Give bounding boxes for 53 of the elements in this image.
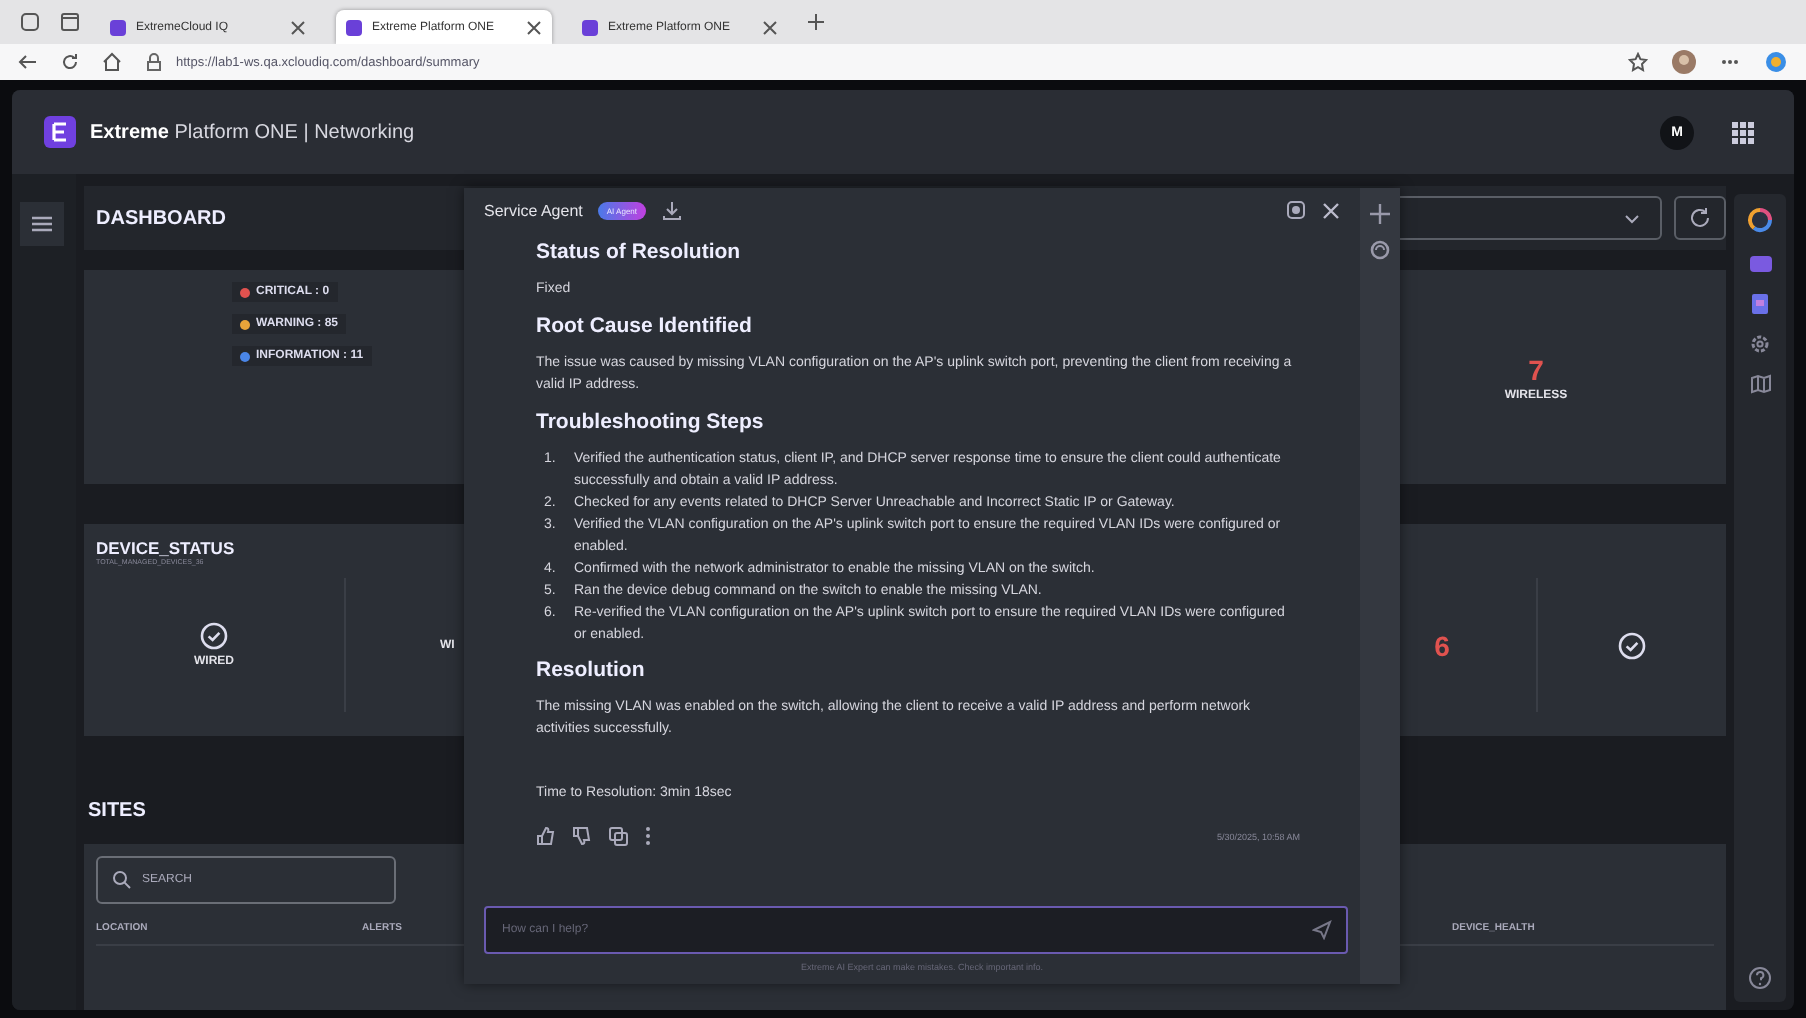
close-icon[interactable] [1322,201,1340,219]
device-count: 6 [1434,629,1450,661]
document-icon[interactable] [1750,294,1770,314]
menu-icon [32,216,52,232]
refresh-icon [1688,206,1712,230]
thumbs-up-icon[interactable] [536,826,556,846]
device-count: 7 [1528,353,1544,385]
chevron-down-icon [1624,213,1640,223]
add-icon[interactable] [1370,204,1390,224]
apps-grid-icon[interactable] [1732,121,1754,143]
close-icon[interactable] [290,19,306,35]
refresh-button[interactable] [1674,196,1726,240]
page-title: DASHBOARD [96,207,226,229]
favicon-icon [582,19,598,35]
section-heading: Resolution [536,658,647,682]
app-title: Extreme Platform ONE | Networking [90,121,415,143]
card-title: DEVICE_STATUS [96,538,235,558]
favicon-icon [346,19,362,35]
refresh-icon[interactable] [60,52,80,72]
panel-title: Service Agent [484,201,583,219]
section-heading: Root Cause Identified [536,314,754,338]
search-icon [112,870,132,890]
section-heading: Troubleshooting Steps [536,410,766,434]
workspaces-icon[interactable] [20,12,40,32]
home-icon[interactable] [102,52,122,72]
history-icon[interactable] [1370,240,1390,260]
help-icon[interactable] [1748,966,1772,990]
favicon-icon [110,19,126,35]
back-icon[interactable] [18,52,38,72]
record-icon[interactable] [1286,200,1306,220]
menu-button[interactable] [20,202,64,246]
send-icon[interactable] [1312,920,1332,940]
close-icon[interactable] [762,19,778,35]
thumbs-down-icon[interactable] [572,826,592,846]
ai-assistant-icon[interactable] [1746,206,1774,234]
copy-icon[interactable] [608,826,628,846]
logo-icon [44,116,76,148]
tab-actions-icon[interactable] [60,12,80,32]
profile-avatar-icon[interactable] [1672,50,1696,74]
check-circle-icon [1618,631,1646,659]
star-icon[interactable] [1628,52,1648,72]
close-icon[interactable] [526,19,542,35]
new-tab-icon[interactable] [808,14,824,30]
section-heading: Status of Resolution [536,240,743,264]
settings-icon[interactable] [1750,334,1770,354]
lock-icon [144,52,164,72]
chat-icon[interactable] [1749,254,1771,274]
more-icon[interactable] [644,826,652,846]
check-circle-icon [200,622,228,650]
map-icon[interactable] [1749,374,1771,394]
copilot-icon[interactable] [1764,50,1788,74]
section-title: SITES [88,800,146,826]
download-icon[interactable] [661,200,681,220]
